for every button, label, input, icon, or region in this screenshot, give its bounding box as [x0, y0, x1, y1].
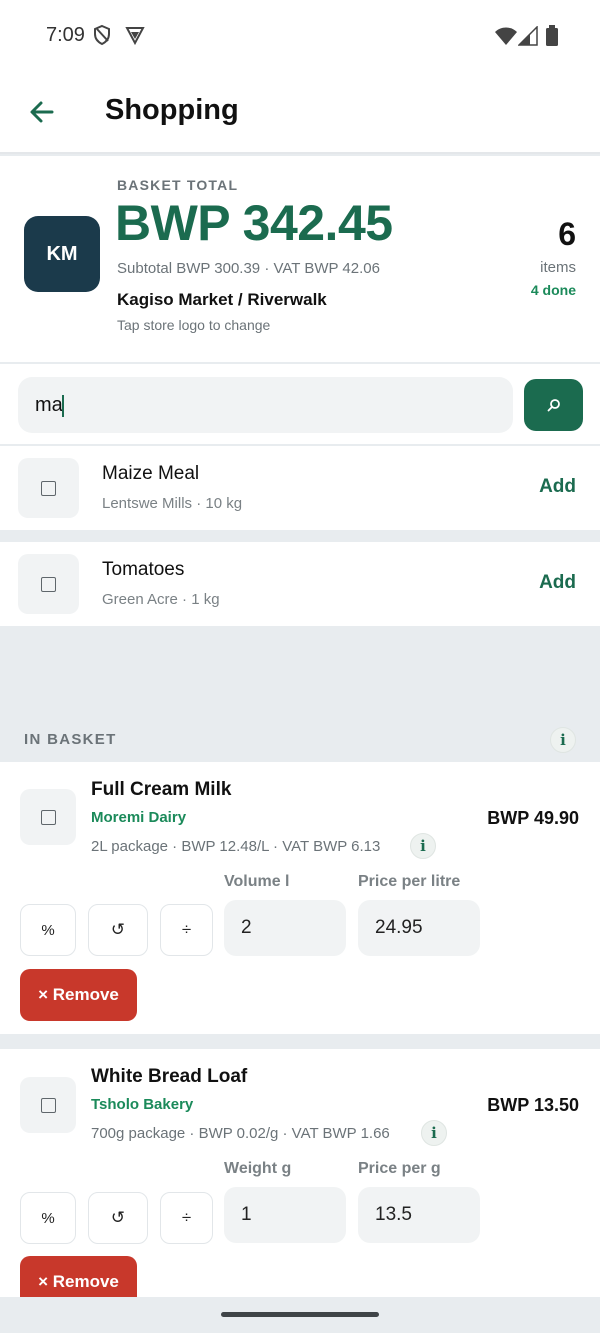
suggestion-item[interactable]: Maize Meal Lentswe Mills · 10 kg Add	[0, 446, 600, 530]
add-suggestion-button[interactable]: Add	[539, 476, 576, 498]
gesture-handle[interactable]	[221, 1312, 379, 1317]
item-price: BWP 49.90	[487, 808, 579, 828]
search-icon	[547, 399, 560, 412]
reset-button[interactable]: ↺	[88, 1192, 148, 1244]
cell-signal-icon	[518, 26, 538, 46]
suggestion-name: Maize Meal	[102, 463, 200, 484]
app-bar: Shopping	[0, 72, 600, 154]
shield-icon	[94, 24, 110, 46]
checkbox-icon	[41, 480, 56, 496]
unit-price-label: Price per litre	[358, 873, 461, 890]
wifi-icon	[495, 27, 517, 45]
search-row	[0, 364, 600, 444]
unit-price-input[interactable]	[358, 900, 480, 956]
quantity-input[interactable]	[224, 1187, 346, 1243]
checkbox-icon	[40, 809, 56, 825]
suggestion-meta: Green Acre · 1 kg	[102, 591, 220, 608]
subtotal-text: Subtotal BWP 300.39 · VAT BWP 42.06	[117, 260, 380, 277]
store-logo-button[interactable]: KM	[24, 216, 100, 292]
remove-button[interactable]: × Remove	[20, 969, 137, 1021]
text-caret	[62, 395, 64, 417]
page-title: Shopping	[105, 94, 239, 126]
vpn-shield-icon	[125, 27, 145, 46]
info-icon[interactable]: i	[410, 833, 436, 859]
navigation-bar	[0, 1297, 600, 1333]
basket-item-card: Full Cream Milk Moremi Dairy 2L package …	[0, 762, 600, 1034]
status-bar: 7:09	[0, 0, 600, 72]
discount-button[interactable]: %	[20, 904, 76, 956]
back-button[interactable]	[22, 92, 62, 132]
item-brand: Moremi Dairy	[91, 809, 187, 826]
basket-total-label: BASKET TOTAL	[117, 177, 239, 193]
status-time: 7:09	[46, 24, 85, 46]
item-meta: 2L package · BWP 12.48/L · VAT BWP 6.13	[91, 838, 381, 855]
done-count: 4 done	[530, 282, 576, 298]
battery-icon	[546, 25, 558, 46]
search-button[interactable]	[524, 379, 583, 431]
reset-button[interactable]: ↺	[88, 904, 148, 956]
store-hint: Tap store logo to change	[117, 317, 271, 333]
divide-button[interactable]: ÷	[160, 904, 213, 956]
item-price: BWP 13.50	[487, 1095, 579, 1115]
suggestion-checkbox[interactable]	[18, 554, 79, 614]
arrow-back-icon	[30, 101, 54, 123]
suggestion-name: Tomatoes	[102, 559, 185, 580]
item-checkbox[interactable]	[20, 789, 76, 845]
basket-total-value: BWP 342.45	[115, 195, 393, 251]
info-icon[interactable]: i	[550, 727, 576, 753]
unit-price-label: Price per g	[358, 1160, 441, 1177]
store-name: Kagiso Market / Riverwalk	[117, 290, 327, 309]
quantity-input[interactable]	[224, 900, 346, 956]
suggestion-meta: Lentswe Mills · 10 kg	[102, 495, 243, 512]
basket-summary: KM BASKET TOTAL BWP 342.45 Subtotal BWP …	[0, 156, 600, 362]
add-suggestion-button[interactable]: Add	[539, 572, 576, 594]
quantity-label: Volume l	[224, 873, 290, 890]
suggestion-checkbox[interactable]	[18, 458, 79, 518]
item-meta: 700g package · BWP 0.02/g · VAT BWP 1.66	[91, 1125, 390, 1142]
item-count: 6	[558, 216, 576, 252]
item-name: White Bread Loaf	[91, 1066, 248, 1087]
checkbox-icon	[41, 576, 56, 592]
discount-button[interactable]: %	[20, 1192, 76, 1244]
item-count-label: items	[540, 259, 576, 276]
search-input[interactable]	[18, 377, 513, 433]
divide-button[interactable]: ÷	[160, 1192, 213, 1244]
suggestion-item[interactable]: Tomatoes Green Acre · 1 kg Add	[0, 542, 600, 626]
item-brand: Tsholo Bakery	[91, 1096, 194, 1113]
unit-price-input[interactable]	[358, 1187, 480, 1243]
in-basket-heading: IN BASKET	[24, 731, 117, 748]
item-name: Full Cream Milk	[91, 779, 232, 800]
item-checkbox[interactable]	[20, 1077, 76, 1133]
quantity-label: Weight g	[224, 1160, 292, 1177]
basket-item-card: White Bread Loaf Tsholo Bakery 700g pack…	[0, 1049, 600, 1308]
info-icon[interactable]: i	[421, 1120, 447, 1146]
checkbox-icon	[40, 1097, 56, 1113]
